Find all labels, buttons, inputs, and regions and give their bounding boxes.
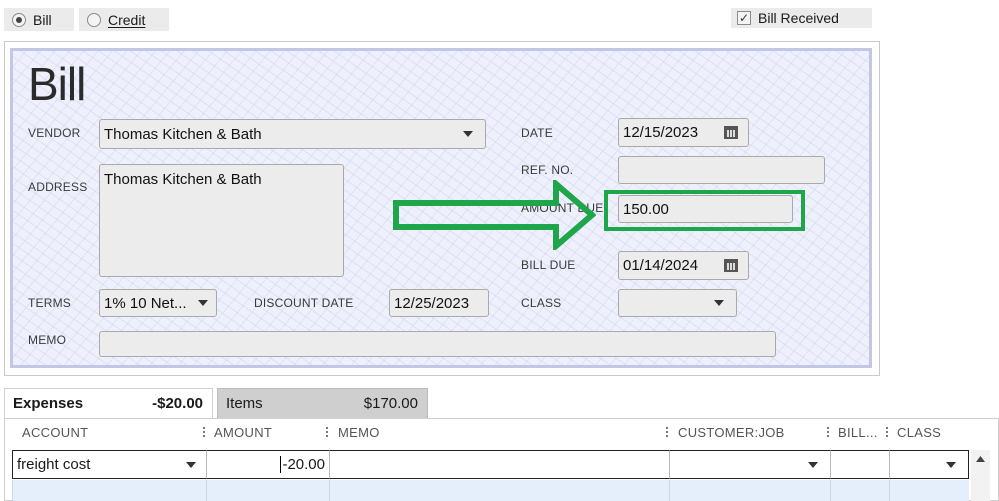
terms-label: TERMS <box>28 296 71 310</box>
empty-row-cell[interactable] <box>669 480 830 501</box>
tab-expenses-label: Expenses <box>13 395 84 412</box>
bill-radio-option[interactable]: Bill <box>4 8 74 31</box>
row-account-value: freight cost <box>17 456 91 473</box>
class-dropdown[interactable] <box>618 289 737 317</box>
credit-radio-option[interactable]: Credit <box>79 8 169 31</box>
address-field[interactable]: Thomas Kitchen & Bath <box>99 164 344 277</box>
calendar-icon[interactable] <box>724 259 738 272</box>
column-header-class[interactable]: CLASS <box>897 425 941 440</box>
row-memo-cell[interactable] <box>329 450 669 479</box>
checkmark-icon[interactable]: ✓ <box>737 11 751 25</box>
bill-title: Bill <box>28 58 86 110</box>
empty-row-cell[interactable] <box>329 480 669 501</box>
tab-expenses[interactable]: Expenses -$20.00 <box>4 388 213 418</box>
column-header-memo[interactable]: MEMO <box>338 425 380 440</box>
bill-radio-icon[interactable] <box>12 12 26 27</box>
date-field[interactable]: 12/15/2023 <box>618 118 749 147</box>
scroll-up-arrow-icon[interactable] <box>971 450 990 468</box>
row-amount-cell[interactable]: -20.00 <box>206 450 329 479</box>
column-header-amount[interactable]: AMOUNT <box>214 425 272 440</box>
date-label: DATE <box>521 126 553 140</box>
column-header-account[interactable]: ACCOUNT <box>22 425 88 440</box>
row-class-cell[interactable] <box>889 450 969 479</box>
bill-due-label: BILL DUE <box>521 258 576 272</box>
column-resize-handle[interactable] <box>886 427 888 439</box>
tab-items-label: Items <box>226 395 263 412</box>
vendor-label: VENDOR <box>28 126 81 140</box>
chevron-down-icon[interactable] <box>186 461 196 468</box>
address-value: Thomas Kitchen & Bath <box>104 171 262 188</box>
bill-due-field[interactable]: 01/14/2024 <box>618 251 749 280</box>
column-resize-handle[interactable] <box>326 427 328 439</box>
memo-label: MEMO <box>28 333 67 347</box>
grid-scrollbar[interactable] <box>971 450 990 501</box>
class-label: CLASS <box>521 296 562 310</box>
chevron-down-icon[interactable] <box>463 131 473 137</box>
empty-row-cell[interactable] <box>889 480 969 501</box>
row-customer-job-cell[interactable] <box>669 450 830 479</box>
column-header-customer-job[interactable]: CUSTOMER:JOB <box>678 425 785 440</box>
chevron-down-icon[interactable] <box>808 461 818 468</box>
discount-date-label: DISCOUNT DATE <box>254 296 354 310</box>
row-account-cell[interactable]: freight cost <box>12 450 206 479</box>
tab-expenses-amount: -$20.00 <box>152 395 203 412</box>
empty-row-cell[interactable] <box>830 480 889 501</box>
vendor-value: Thomas Kitchen & Bath <box>104 125 262 143</box>
chevron-down-icon[interactable] <box>198 300 208 306</box>
bill-received-checkbox-option[interactable]: ✓ Bill Received <box>731 8 872 28</box>
arrow-shape <box>393 180 596 250</box>
bill-radio-label: Bill <box>33 11 52 28</box>
empty-row-cell[interactable] <box>12 480 206 501</box>
column-header-billable[interactable]: BILL... <box>838 425 878 440</box>
ref-no-field[interactable] <box>618 156 825 184</box>
tab-items[interactable]: Items $170.00 <box>217 388 428 418</box>
column-resize-handle[interactable] <box>666 427 668 439</box>
bill-due-value: 01/14/2024 <box>623 257 699 274</box>
row-billable-cell[interactable] <box>830 450 889 479</box>
column-resize-handle[interactable] <box>827 427 829 439</box>
row-amount-value: -20.00 <box>280 456 325 473</box>
credit-radio-icon[interactable] <box>87 12 101 27</box>
arrow-annotation-icon <box>393 180 596 250</box>
bill-received-label: Bill Received <box>758 10 839 26</box>
amount-due-highlight <box>604 190 805 231</box>
memo-field[interactable] <box>99 331 776 357</box>
date-value: 12/15/2023 <box>623 124 699 141</box>
ref-no-label: REF. NO. <box>521 163 574 177</box>
address-label: ADDRESS <box>28 180 88 194</box>
terms-dropdown[interactable]: 1% 10 Net... <box>99 289 217 317</box>
discount-date-value: 12/25/2023 <box>394 294 470 312</box>
discount-date-field[interactable]: 12/25/2023 <box>389 289 489 317</box>
calendar-icon[interactable] <box>724 126 738 139</box>
vendor-dropdown[interactable]: Thomas Kitchen & Bath <box>99 119 486 149</box>
chevron-down-icon[interactable] <box>946 461 956 468</box>
chevron-down-icon[interactable] <box>714 300 724 306</box>
column-resize-handle[interactable] <box>203 427 205 439</box>
tab-items-amount: $170.00 <box>363 395 418 412</box>
terms-value: 1% 10 Net... <box>104 294 187 312</box>
empty-row-cell[interactable] <box>206 480 329 501</box>
credit-radio-label: Credit <box>108 11 146 28</box>
